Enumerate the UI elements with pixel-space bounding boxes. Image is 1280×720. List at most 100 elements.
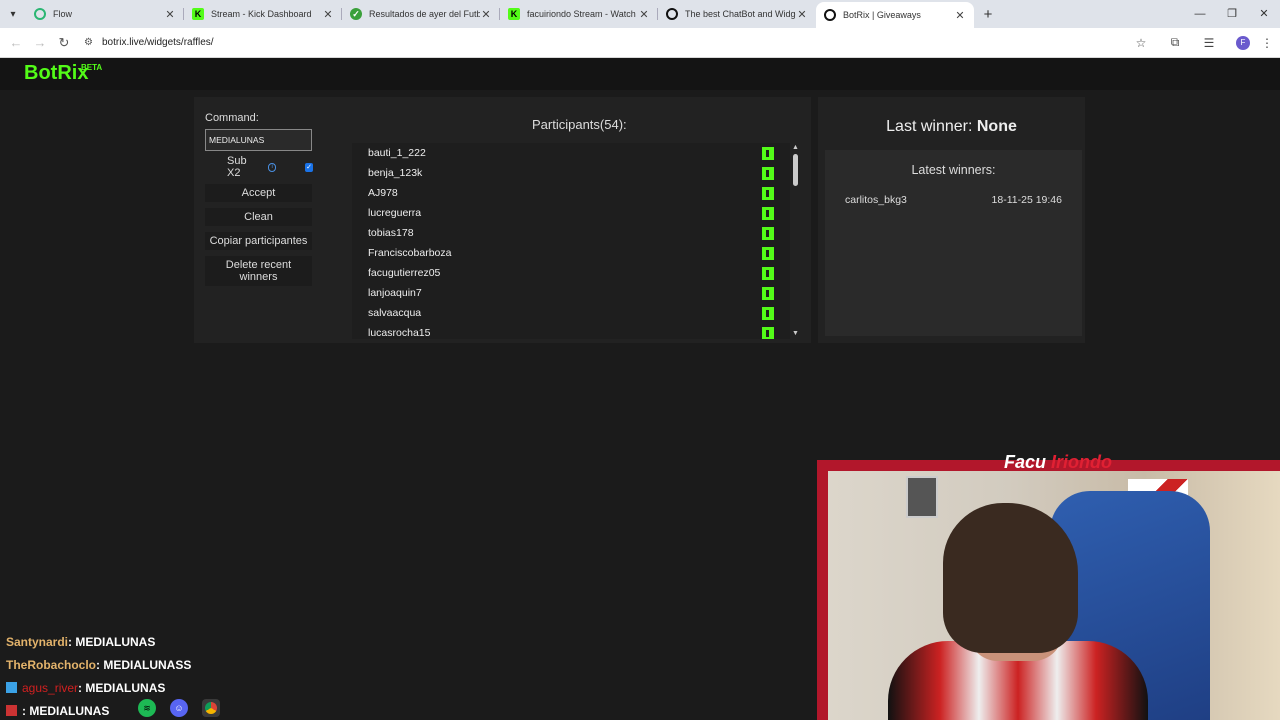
accept-button[interactable]: Accept	[205, 184, 312, 202]
app-icon[interactable]	[42, 699, 60, 717]
close-icon[interactable]: ✕	[796, 8, 808, 21]
participant-name: lucreguerra	[368, 207, 422, 219]
app-icon[interactable]	[10, 699, 28, 717]
tab-flow[interactable]: Flow ✕	[26, 0, 184, 28]
scroll-down-icon[interactable]: ▼	[792, 330, 799, 337]
tab-resultados[interactable]: ✓ Resultados de ayer del Futbol A ✕	[342, 0, 500, 28]
chat-username: TheRobachoclo	[6, 657, 97, 672]
kick-icon	[762, 166, 774, 180]
discord-icon[interactable]: ☺	[170, 699, 188, 717]
sub-x2-checkbox[interactable]: ✓	[305, 162, 313, 172]
minimize-icon[interactable]: —	[1184, 0, 1216, 28]
tab-title: The best ChatBot and Widgets	[685, 9, 796, 19]
kick-icon	[762, 226, 774, 240]
extensions-icon[interactable]: ⧉	[1158, 35, 1192, 50]
taskbar: ≋ ☺	[0, 696, 235, 720]
list-item: lanjoaquin7	[352, 283, 790, 303]
participant-name: lucasrocha15	[368, 327, 431, 339]
url-field[interactable]: ⚙ botrix.live/widgets/raffles/	[84, 37, 1124, 48]
platform-badge-icon	[6, 682, 17, 693]
tab-search-icon[interactable]: ▾	[0, 0, 26, 28]
reading-list-icon[interactable]: ☰	[1192, 36, 1226, 50]
list-item: facugutierrez05	[352, 263, 790, 283]
sub-x2-row: Sub X2 i ✓	[205, 155, 313, 179]
list-item: lucreguerra	[352, 203, 790, 223]
chat-text: : MEDIALUNASS	[96, 657, 192, 672]
last-winner-value: None	[976, 118, 1017, 135]
participant-name: Franciscobarboza	[368, 247, 452, 259]
reload-icon[interactable]: ↻	[52, 35, 76, 51]
list-item: lucasrocha15	[352, 323, 790, 339]
chat-username: agus_river	[22, 680, 79, 695]
soccer-icon: ✓	[350, 8, 362, 20]
app-icon[interactable]	[106, 699, 124, 717]
participant-name: lanjoaquin7	[368, 287, 422, 299]
kick-icon	[762, 186, 774, 200]
webcam-name-label: Facu Iriondo	[1004, 452, 1112, 473]
botrix-icon	[824, 9, 836, 21]
list-item: benja_123k	[352, 163, 790, 183]
participant-name: facugutierrez05	[368, 267, 441, 279]
kick-icon	[762, 146, 774, 160]
kick-icon	[762, 306, 774, 320]
sub-x2-label: Sub X2	[227, 155, 247, 179]
participants-list[interactable]: bauti_1_222 benja_123k AJ978 lucreguerra…	[352, 143, 790, 339]
info-icon[interactable]: i	[268, 162, 277, 172]
scroll-up-icon[interactable]: ▲	[792, 144, 799, 151]
beta-badge: BETA	[81, 63, 103, 72]
copy-participants-button[interactable]: Copiar participantes	[205, 232, 312, 250]
chat-username: Santynardi	[6, 634, 69, 649]
clean-button[interactable]: Clean	[205, 208, 312, 226]
close-icon[interactable]: ✕	[164, 8, 176, 21]
forward-icon[interactable]: →	[28, 35, 52, 50]
participant-name: AJ978	[368, 187, 398, 199]
latest-winners-box: Latest winners: carlitos_bkg3 18-11-25 1…	[825, 150, 1082, 336]
scroll-thumb[interactable]	[793, 154, 798, 186]
last-winner-label: Last winner:	[886, 118, 973, 135]
menu-kebab-icon[interactable]: ⋮	[1260, 36, 1274, 50]
kick-icon	[762, 246, 774, 260]
bookmark-star-icon[interactable]: ☆	[1124, 36, 1158, 50]
cam-name-last: Iriondo	[1051, 452, 1113, 472]
tab-title: Stream - Kick Dashboard	[211, 9, 312, 19]
chat-message: Santynardi : MEDIALUNAS	[6, 630, 191, 653]
tab-best-chatbot[interactable]: The best ChatBot and Widgets ✕	[658, 0, 816, 28]
site-info-icon[interactable]: ⚙	[84, 37, 96, 48]
participant-name: tobias178	[368, 227, 414, 239]
kick-icon	[762, 326, 774, 339]
close-window-icon[interactable]: ✕	[1248, 0, 1280, 28]
winner-date: 18-11-25 19:46	[991, 194, 1062, 206]
close-icon[interactable]: ✕	[322, 8, 334, 21]
command-label: Command:	[205, 112, 259, 124]
close-icon[interactable]: ✕	[480, 8, 492, 21]
site-header: BotRix BETA	[0, 58, 1280, 90]
botrix-icon	[666, 8, 678, 20]
chrome-icon[interactable]	[202, 699, 220, 717]
participants-scrollbar[interactable]: ▲ ▼	[791, 143, 801, 339]
list-item: Franciscobarboza	[352, 243, 790, 263]
new-tab-icon[interactable]: +	[974, 6, 1002, 23]
list-item: bauti_1_222	[352, 143, 790, 163]
close-icon[interactable]: ✕	[954, 9, 966, 22]
tab-kick-dashboard[interactable]: K Stream - Kick Dashboard ✕	[184, 0, 342, 28]
app-icon[interactable]	[74, 699, 92, 717]
command-input[interactable]	[205, 129, 312, 151]
winner-row: carlitos_bkg3 18-11-25 19:46	[825, 194, 1082, 206]
tab-facuiriondo-stream[interactable]: K facuiriondo Stream - Watch Live ✕	[500, 0, 658, 28]
profile-avatar[interactable]: F	[1236, 35, 1250, 50]
spotify-icon[interactable]: ≋	[138, 699, 156, 717]
chat-text: : MEDIALUNAS	[78, 680, 166, 695]
restore-icon[interactable]: ❐	[1216, 0, 1248, 28]
streamer-hair	[943, 503, 1078, 653]
back-icon[interactable]: ←	[4, 35, 28, 50]
chat-text: : MEDIALUNAS	[68, 634, 156, 649]
botrix-logo[interactable]: BotRix BETA	[24, 62, 102, 85]
delete-recent-winners-button[interactable]: Delete recent winners	[205, 256, 312, 286]
raffle-controls: Command: Sub X2 i ✓ Accept Clean Copiar …	[205, 112, 313, 286]
address-bar-row: ← → ↻ ⚙ botrix.live/widgets/raffles/ ☆ ⧉…	[0, 28, 1280, 58]
last-winner: Last winner: None	[818, 118, 1085, 136]
tab-botrix-giveaways[interactable]: BotRix | Giveaways ✕	[816, 2, 974, 28]
participant-name: benja_123k	[368, 167, 423, 179]
close-icon[interactable]: ✕	[638, 8, 650, 21]
browser-tab-bar: ▾ Flow ✕ K Stream - Kick Dashboard ✕ ✓ R…	[0, 0, 1280, 28]
